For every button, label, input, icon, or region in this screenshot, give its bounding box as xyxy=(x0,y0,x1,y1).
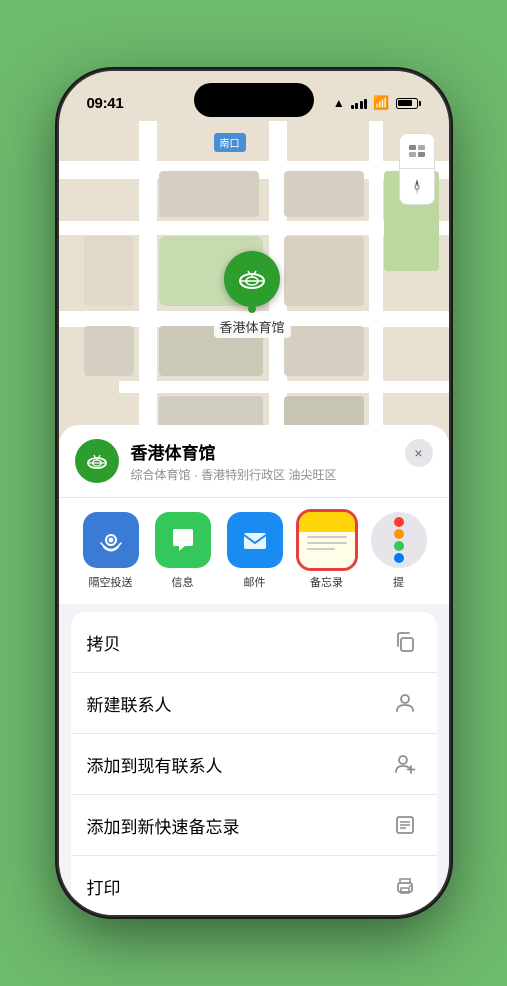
share-item-more[interactable]: 提 xyxy=(363,512,435,590)
compass-icon xyxy=(408,178,426,196)
status-time: 09:41 xyxy=(87,95,124,112)
share-item-mail[interactable]: 邮件 xyxy=(219,512,291,590)
note-icon xyxy=(389,809,421,841)
message-icon xyxy=(155,512,211,568)
action-copy-label: 拷贝 xyxy=(87,630,121,655)
airdrop-label: 隔空投送 xyxy=(89,574,133,590)
bottom-sheet: 香港体育馆 综合体育馆 · 香港特别行政区 油尖旺区 × xyxy=(59,425,449,915)
share-row: 隔空投送 信息 xyxy=(59,498,449,604)
action-print-label: 打印 xyxy=(87,874,121,899)
share-item-notes[interactable]: 备忘录 xyxy=(291,512,363,590)
wifi-icon: 📶 xyxy=(373,95,389,111)
share-item-message[interactable]: 信息 xyxy=(147,512,219,590)
status-icons: ▲ 📶 xyxy=(333,95,421,111)
share-item-airdrop[interactable]: 隔空投送 xyxy=(75,512,147,590)
action-copy[interactable]: 拷贝 xyxy=(71,612,437,673)
action-list: 拷贝 新建联系人 xyxy=(71,612,437,915)
more-label: 提 xyxy=(393,574,404,590)
message-label: 信息 xyxy=(172,574,194,590)
venue-name: 香港体育馆 xyxy=(131,439,337,464)
notes-icon-wrapper xyxy=(299,512,355,568)
venue-subtitle: 综合体育馆 · 香港特别行政区 油尖旺区 xyxy=(131,466,337,483)
venue-info: 香港体育馆 综合体育馆 · 香港特别行政区 油尖旺区 xyxy=(75,439,337,483)
copy-icon xyxy=(389,626,421,658)
stadium-icon xyxy=(236,263,268,295)
venue-card: 香港体育馆 综合体育馆 · 香港特别行政区 油尖旺区 × xyxy=(59,425,449,498)
venue-icon xyxy=(75,439,119,483)
more-icon xyxy=(371,512,427,568)
action-add-contact[interactable]: 添加到现有联系人 xyxy=(71,734,437,795)
airdrop-icon xyxy=(83,512,139,568)
notes-icon xyxy=(299,512,355,568)
pin-label: 香港体育馆 xyxy=(214,315,291,338)
action-new-contact[interactable]: 新建联系人 xyxy=(71,673,437,734)
action-print[interactable]: 打印 xyxy=(71,856,437,915)
person-add-icon xyxy=(389,748,421,780)
action-quick-note[interactable]: 添加到新快速备忘录 xyxy=(71,795,437,856)
location-icon: ▲ xyxy=(333,96,345,110)
action-quick-note-label: 添加到新快速备忘录 xyxy=(87,813,240,838)
signal-bars xyxy=(351,97,368,109)
close-button[interactable]: × xyxy=(405,439,433,467)
map-controls[interactable] xyxy=(399,133,435,205)
stadium-pin[interactable]: 香港体育馆 xyxy=(214,251,291,338)
action-new-contact-label: 新建联系人 xyxy=(87,691,172,716)
action-add-contact-label: 添加到现有联系人 xyxy=(87,752,223,777)
print-icon xyxy=(389,870,421,902)
battery-icon xyxy=(396,98,421,109)
map-type-icon xyxy=(407,141,427,161)
person-icon xyxy=(389,687,421,719)
mail-icon xyxy=(227,512,283,568)
map-type-button[interactable] xyxy=(399,133,435,169)
pin-circle xyxy=(224,251,280,307)
mail-label: 邮件 xyxy=(244,574,266,590)
notes-label: 备忘录 xyxy=(310,574,343,590)
dynamic-island xyxy=(194,83,314,117)
location-button[interactable] xyxy=(399,169,435,205)
venue-text: 香港体育馆 综合体育馆 · 香港特别行政区 油尖旺区 xyxy=(131,439,337,483)
map-label-south: 南口 xyxy=(214,133,246,152)
